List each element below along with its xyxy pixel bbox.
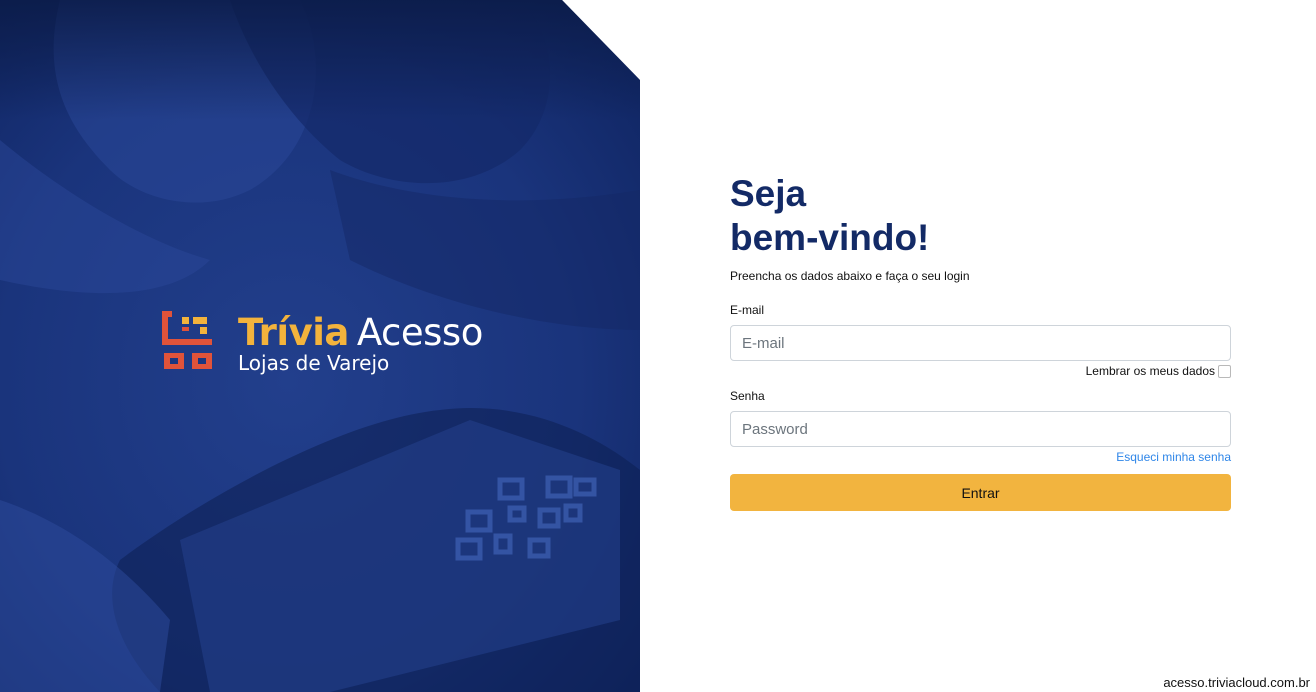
brand-lockup: Trívia Acesso Lojas de Varejo [158, 309, 488, 379]
brand-name-accent: Trívia [238, 311, 349, 354]
remember-me-label: Lembrar os meus dados [1085, 364, 1215, 378]
brand-subtitle: Lojas de Varejo [238, 351, 390, 375]
remember-me-row[interactable]: Lembrar os meus dados [730, 363, 1231, 379]
forgot-password-row: Esqueci minha senha [730, 450, 1231, 466]
login-button[interactable]: Entrar [730, 474, 1231, 511]
footer-url: acesso.triviacloud.com.br [1163, 675, 1310, 690]
email-label: E-mail [730, 303, 765, 317]
login-form: Seja bem-vindo! Preencha os dados abaixo… [730, 172, 1231, 511]
brand-name: Trívia Acesso [238, 311, 483, 355]
brand-name-rest: Acesso [356, 311, 483, 354]
login-page: Trívia Acesso Lojas de Varejo Seja bem-vi… [0, 0, 1316, 692]
password-label: Senha [730, 389, 765, 403]
qr-code-logo-icon [162, 311, 212, 369]
page-title-line2: bem-vindo! [730, 217, 930, 258]
login-subtitle: Preencha os dados abaixo e faça o seu lo… [730, 269, 970, 283]
page-title-line1: Seja [730, 173, 807, 214]
hero-panel: Trívia Acesso Lojas de Varejo [0, 0, 640, 692]
remember-me-checkbox[interactable] [1218, 364, 1231, 378]
forgot-password-link[interactable]: Esqueci minha senha [1116, 450, 1231, 466]
email-field[interactable] [730, 325, 1231, 361]
password-field[interactable] [730, 411, 1231, 447]
page-title: Seja bem-vindo! [730, 172, 1231, 260]
